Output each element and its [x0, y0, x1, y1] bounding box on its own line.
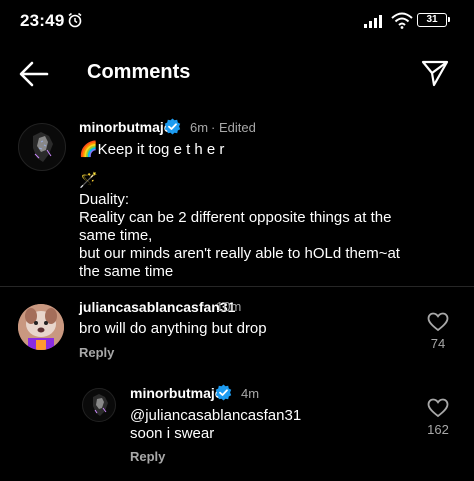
- comment-username[interactable]: minorbutmajor: [79, 119, 178, 135]
- alarm-icon: [68, 12, 82, 28]
- avatar[interactable]: [18, 304, 64, 350]
- caption-line-3: Duality: Reality can be 2 different oppo…: [79, 191, 400, 280]
- signal-icon: [364, 15, 382, 28]
- avatar-art-icon: [33, 132, 53, 162]
- comment-time: 10m: [216, 299, 242, 314]
- verified-badge-icon: [164, 118, 181, 135]
- send-icon[interactable]: [420, 58, 450, 88]
- page-title: Comments: [87, 61, 191, 83]
- wifi-icon: [391, 12, 413, 29]
- avatar-art-icon: [93, 394, 108, 416]
- status-bar: 23:49 31: [0, 0, 474, 44]
- header: Comments: [0, 44, 474, 104]
- reply-button[interactable]: Reply: [130, 449, 165, 464]
- avatar-dog-icon: [18, 304, 64, 350]
- back-arrow-icon[interactable]: [18, 60, 50, 88]
- heart-icon[interactable]: [427, 312, 449, 332]
- verified-badge-icon: [215, 384, 232, 401]
- edited-label: · Edited: [211, 120, 256, 135]
- comment-text: bro will do anything but drop: [79, 320, 267, 337]
- comment-username[interactable]: minorbutmajor: [130, 385, 229, 401]
- heart-icon[interactable]: [427, 398, 449, 418]
- reply-button[interactable]: Reply: [79, 345, 114, 360]
- comment-username[interactable]: juliancasablancasfan31: [79, 299, 235, 315]
- avatar[interactable]: [82, 388, 116, 422]
- battery-icon: 31: [417, 13, 450, 27]
- caption-line-1: 🌈Keep it tog e t h e r: [79, 141, 225, 158]
- comment-time: 6m: [190, 120, 209, 135]
- like-count: 162: [427, 422, 449, 437]
- caption-line-2: 🪄: [79, 172, 98, 189]
- like-count: 74: [430, 336, 446, 351]
- divider: [0, 286, 474, 287]
- battery-level: 31: [426, 14, 438, 25]
- comment-text: @juliancasablancasfan31 soon i swear: [130, 407, 302, 442]
- avatar[interactable]: [18, 123, 66, 171]
- comment-time: 4m: [241, 386, 260, 401]
- status-time: 23:49: [20, 11, 65, 30]
